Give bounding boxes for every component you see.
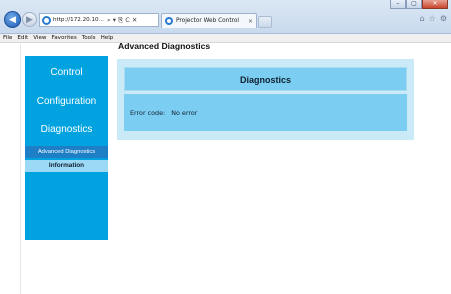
window-controls: – ▢ ✕ <box>390 0 448 9</box>
forward-arrow-icon: ▶ <box>26 14 33 25</box>
tab-ie-icon <box>165 17 173 25</box>
sidebar-subitem-advanced-diagnostics[interactable]: Advanced Diagnostics <box>25 146 108 158</box>
star-icon[interactable]: ☆ <box>429 14 436 23</box>
page-divider <box>20 44 21 294</box>
sidebar-item-configuration[interactable]: Configuration <box>25 96 108 107</box>
home-icon[interactable]: ⌂ <box>420 14 425 23</box>
tab-close-icon[interactable]: × <box>248 18 253 25</box>
browser-chrome: – ▢ ✕ ◀ ▶ http://172.20.10... ⌕ ▾ ⎘ C ✕ … <box>0 0 451 34</box>
panel-body: Error code: No error <box>124 94 407 131</box>
menu-tools[interactable]: Tools <box>82 35 96 41</box>
back-arrow-icon: ◀ <box>9 14 16 25</box>
menu-view[interactable]: View <box>33 35 46 41</box>
sidebar: Control Configuration Diagnostics Advanc… <box>25 56 108 240</box>
new-tab-button[interactable] <box>258 16 272 28</box>
error-code-value: No error <box>171 108 198 117</box>
address-controls[interactable]: ⌕ ▾ ⎘ C ✕ <box>107 16 137 25</box>
error-code-label: Error code: <box>130 108 166 117</box>
page-content: Advanced Diagnostics Control Configurati… <box>0 41 451 294</box>
menu-file[interactable]: File <box>3 35 12 41</box>
page-title: Advanced Diagnostics <box>118 41 211 51</box>
sidebar-item-control[interactable]: Control <box>25 67 108 78</box>
back-button[interactable]: ◀ <box>4 11 21 28</box>
forward-button[interactable]: ▶ <box>22 12 37 27</box>
gear-icon[interactable]: ⚙ <box>440 14 447 23</box>
sidebar-item-diagnostics[interactable]: Diagnostics <box>25 124 108 135</box>
close-window-button[interactable]: ✕ <box>422 0 448 9</box>
toolbar-icons: ⌂ ☆ ⚙ <box>420 14 447 23</box>
address-url[interactable]: http://172.20.10... <box>53 17 105 23</box>
menu-bar: File Edit View Favorites Tools Help <box>0 34 451 43</box>
minimize-button[interactable]: – <box>390 0 406 9</box>
tab-projector-web-control[interactable]: Projector Web Control × <box>161 13 257 28</box>
tab-title: Projector Web Control <box>176 18 240 24</box>
menu-favorites[interactable]: Favorites <box>52 35 77 41</box>
menu-help[interactable]: Help <box>101 35 114 41</box>
address-bar[interactable]: http://172.20.10... ⌕ ▾ ⎘ C ✕ <box>39 13 159 27</box>
ie-logo-icon <box>42 15 51 25</box>
sidebar-subitem-information[interactable]: Information <box>25 160 108 172</box>
menu-edit[interactable]: Edit <box>17 35 28 41</box>
maximize-button[interactable]: ▢ <box>406 0 422 9</box>
diagnostics-panel: Diagnostics Error code: No error <box>117 59 414 140</box>
minimize-icon: – <box>396 0 400 7</box>
close-icon: ✕ <box>432 0 438 7</box>
panel-heading: Diagnostics <box>124 67 407 91</box>
maximize-icon: ▢ <box>411 0 417 7</box>
